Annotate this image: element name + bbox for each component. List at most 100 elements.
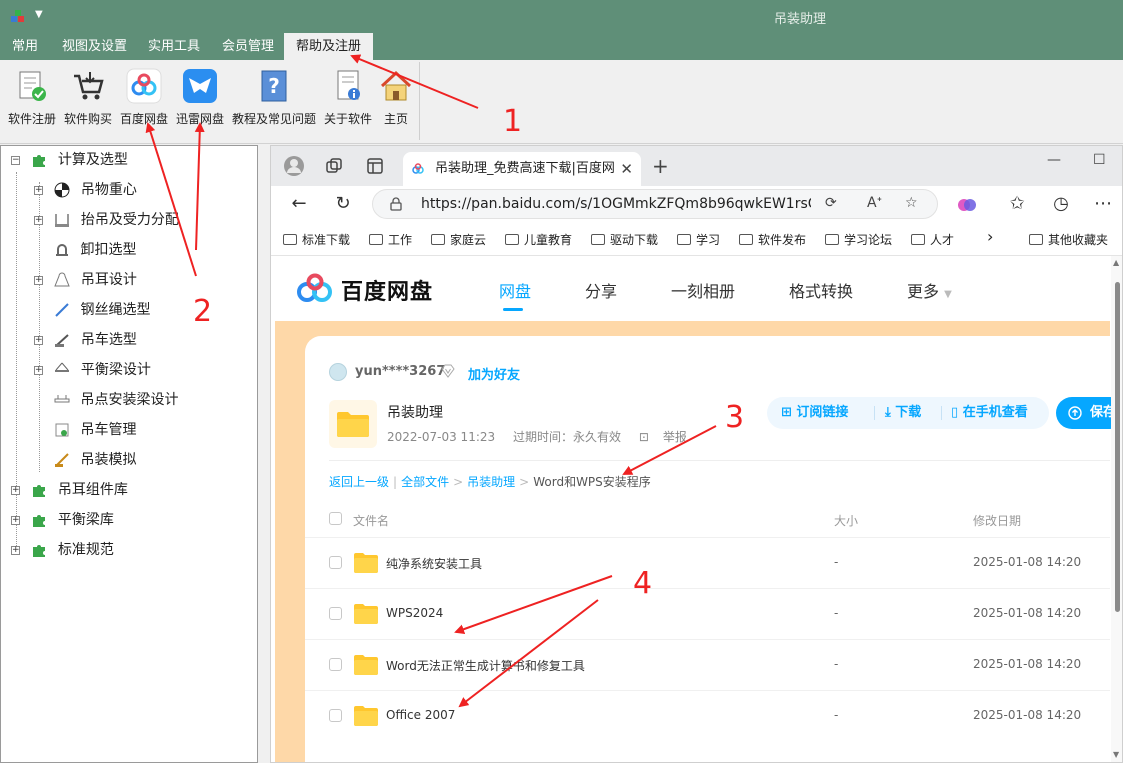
register-button[interactable]: 软件注册	[5, 64, 59, 134]
favorite-folder[interactable]: 人才	[911, 231, 954, 248]
close-tab-icon[interactable]: ✕	[620, 152, 633, 186]
expand-icon[interactable]: +	[34, 365, 43, 375]
expand-icon[interactable]: +	[34, 185, 43, 195]
more-menu-icon[interactable]: ⋯	[1091, 192, 1115, 216]
browser-tab-active[interactable]: 吊装助理_免费高速下载|百度网盘 ✕	[403, 152, 641, 186]
workspaces-icon[interactable]	[325, 157, 343, 175]
favorite-folder[interactable]: 驱动下载	[591, 231, 658, 248]
favorite-folder[interactable]: 儿童教育	[505, 231, 572, 248]
profile-avatar-icon[interactable]	[283, 155, 305, 177]
new-tab-icon[interactable]: +	[652, 154, 669, 178]
file-row[interactable]: WPS2024 - 2025-01-08 14:20	[305, 588, 1110, 639]
file-row[interactable]: Word无法正常生成计算书和修复工具 - 2025-01-08 14:20	[305, 639, 1110, 690]
tree-node-gravity[interactable]: + 吊物重心	[34, 179, 137, 201]
tab-view-settings[interactable]: 视图及设置	[50, 33, 139, 60]
scroll-up-icon[interactable]: ▲	[1113, 258, 1119, 267]
home-button[interactable]: 主页	[377, 64, 415, 134]
tree-node-wire-rope[interactable]: 钢丝绳选型	[53, 299, 150, 321]
panel-splitter[interactable]	[258, 145, 270, 763]
file-name[interactable]: 纯净系统安装工具	[386, 555, 482, 572]
file-row[interactable]: Office 2007 - 2025-01-08 14:20	[305, 690, 1110, 741]
buy-button[interactable]: 软件购买	[61, 64, 115, 134]
minimize-icon[interactable]: —	[1047, 152, 1061, 168]
chevron-right-icon[interactable]: ›	[987, 227, 993, 246]
nav-share[interactable]: 分享	[585, 278, 617, 302]
user-name[interactable]: yun****3267	[355, 364, 445, 379]
collapse-icon[interactable]: −	[11, 155, 20, 165]
tree-node-crane-select[interactable]: + 吊车选型	[34, 329, 137, 351]
copilot-brain-icon[interactable]	[957, 195, 977, 215]
scroll-down-icon[interactable]: ▼	[1113, 750, 1119, 759]
tree-node-crane-mgmt[interactable]: 吊车管理	[53, 419, 136, 441]
nav-format-convert[interactable]: 格式转换	[789, 278, 853, 302]
report-link[interactable]: ⊡ 举报	[639, 430, 701, 444]
about-button[interactable]: 关于软件	[321, 64, 375, 134]
file-name[interactable]: Word无法正常生成计算书和修复工具	[386, 657, 585, 674]
tree-node-shackle[interactable]: 卸扣选型	[53, 239, 136, 261]
expand-icon[interactable]: +	[11, 545, 20, 555]
address-bar[interactable]: https://pan.baidu.com/s/1OGMmkZFQm8b96qw…	[372, 189, 938, 219]
tree-node-sim[interactable]: 吊装模拟	[53, 449, 136, 471]
history-icon[interactable]: ◷	[1049, 192, 1073, 216]
refresh-icon[interactable]: ↻	[331, 192, 355, 216]
select-all-checkbox[interactable]	[329, 512, 342, 525]
tutorial-button[interactable]: ? 教程及常见问题	[229, 64, 319, 134]
other-favorites-folder[interactable]: 其他收藏夹	[1029, 231, 1108, 248]
url-text[interactable]: https://pan.baidu.com/s/1OGMmkZFQm8b96qw…	[421, 190, 811, 218]
download-button[interactable]: ⤓ 下载	[885, 397, 921, 429]
tab-common[interactable]: 常用	[0, 33, 50, 60]
tab-help-register[interactable]: 帮助及注册	[284, 33, 374, 60]
favorite-star-icon[interactable]: ☆	[905, 195, 918, 211]
column-date[interactable]: 修改日期	[973, 512, 1021, 529]
favorite-folder[interactable]: 学习论坛	[825, 231, 892, 248]
add-friend-link[interactable]: 加为好友	[468, 364, 520, 383]
baidu-pan-button[interactable]: 百度网盘	[117, 64, 171, 134]
tree-node-lift-force[interactable]: + 抬吊及受力分配	[34, 209, 179, 231]
row-checkbox[interactable]	[329, 658, 342, 671]
tree-node-lug-design[interactable]: + 吊耳设计	[34, 269, 137, 291]
nav-more[interactable]: 更多 ▼	[907, 278, 952, 302]
file-name[interactable]: Office 2007	[386, 708, 455, 722]
baidu-brand-text[interactable]: 百度网盘	[341, 274, 433, 306]
baidu-pan-logo-icon[interactable]	[295, 272, 335, 304]
subscribe-link-button[interactable]: ⊞ 订阅链接	[781, 397, 848, 429]
view-on-phone-button[interactable]: ▯ 在手机查看	[951, 397, 1028, 429]
favorite-folder[interactable]: 学习	[677, 231, 720, 248]
breadcrumb-folder[interactable]: 吊装助理	[467, 475, 515, 489]
row-checkbox[interactable]	[329, 607, 342, 620]
expand-icon[interactable]: +	[11, 485, 20, 495]
nav-album[interactable]: 一刻相册	[671, 278, 735, 302]
page-scrollbar[interactable]: ▲ ▼	[1111, 256, 1122, 762]
column-size[interactable]: 大小	[834, 512, 858, 529]
tree-node-point-beam[interactable]: 吊点安装梁设计	[53, 389, 178, 411]
xunlei-pan-button[interactable]: 迅雷网盘	[173, 64, 227, 134]
expand-icon[interactable]: +	[34, 275, 43, 285]
tree-node-calc[interactable]: − 计算及选型	[11, 149, 128, 171]
tree-node-lug-lib[interactable]: + 吊耳组件库	[11, 479, 128, 501]
expand-icon[interactable]: +	[11, 515, 20, 525]
browser-essentials-icon[interactable]: ⟳	[825, 195, 837, 211]
maximize-icon[interactable]: ☐	[1093, 152, 1106, 168]
file-row[interactable]: 纯净系统安装工具 - 2025-01-08 14:20	[305, 537, 1110, 588]
tab-utilities[interactable]: 实用工具	[136, 33, 212, 60]
tree-node-beam-lib[interactable]: + 平衡梁库	[11, 509, 114, 531]
scrollbar-thumb[interactable]	[1115, 282, 1120, 612]
row-checkbox[interactable]	[329, 556, 342, 569]
favorite-folder[interactable]: 软件发布	[739, 231, 806, 248]
breadcrumb-back[interactable]: 返回上一级	[329, 475, 389, 489]
breadcrumb-all-files[interactable]: 全部文件	[401, 475, 449, 489]
tab-actions-icon[interactable]	[366, 157, 384, 175]
column-name[interactable]: 文件名	[353, 512, 389, 529]
read-aloud-icon[interactable]: Aᐩ	[867, 195, 882, 211]
favorite-folder[interactable]: 标准下载	[283, 231, 350, 248]
file-name[interactable]: WPS2024	[386, 606, 443, 620]
expand-icon[interactable]: +	[34, 215, 43, 225]
nav-netdisk[interactable]: 网盘	[499, 278, 531, 302]
row-checkbox[interactable]	[329, 709, 342, 722]
back-arrow-icon[interactable]: ←	[287, 192, 311, 216]
tree-node-standards[interactable]: + 标准规范	[11, 539, 114, 561]
favorite-folder[interactable]: 家庭云	[431, 231, 486, 248]
tab-member[interactable]: 会员管理	[210, 33, 286, 60]
expand-icon[interactable]: +	[34, 335, 43, 345]
tree-node-beam-design[interactable]: + 平衡梁设计	[34, 359, 151, 381]
